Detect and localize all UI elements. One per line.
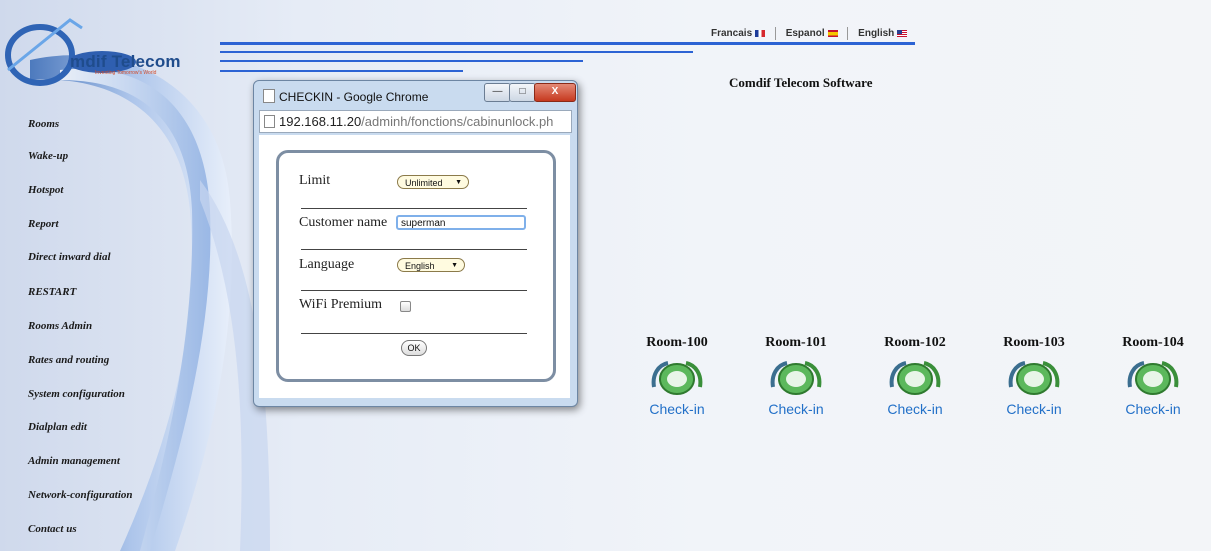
language-selector: Francais Espanol English xyxy=(711,27,908,40)
header-line-1 xyxy=(220,42,915,45)
limit-label: Limit xyxy=(299,173,331,188)
lang-separator xyxy=(774,27,776,40)
form-divider xyxy=(301,333,527,334)
popup-titlebar[interactable]: CHECKIN - Google Chrome — □ X xyxy=(254,81,577,111)
page-icon xyxy=(264,115,275,128)
room-name: Room-102 xyxy=(884,335,946,350)
menu-item-admin-management[interactable]: Admin management xyxy=(28,455,120,467)
lang-espanol[interactable]: Espanol xyxy=(786,28,838,39)
language-label: Language xyxy=(299,257,355,272)
checkin-link[interactable]: Check-in xyxy=(751,401,841,417)
checkin-form: Limit Unlimited ▼ Customer name superman … xyxy=(276,150,556,382)
menu-item-rates-and-routing[interactable]: Rates and routing xyxy=(28,354,109,366)
room-phone-icon[interactable] xyxy=(646,357,708,397)
wifi-premium-label: WiFi Premium xyxy=(299,297,383,312)
close-button[interactable]: X xyxy=(534,83,576,102)
checkin-link[interactable]: Check-in xyxy=(870,401,960,417)
menu-item-hotspot[interactable]: Hotspot xyxy=(28,184,63,196)
logo-tagline: Inventing Tomorrow's World xyxy=(95,70,157,76)
url-text: 192.168.11.20/adminh/fonctions/cabinunlo… xyxy=(279,114,553,129)
menu-item-report[interactable]: Report xyxy=(28,218,59,230)
room-card: Room-101 Check-in xyxy=(751,335,841,417)
form-divider xyxy=(301,249,527,250)
dropdown-arrow-icon: ▼ xyxy=(451,262,458,269)
room-phone-icon[interactable] xyxy=(765,357,827,397)
lang-english-label: English xyxy=(858,28,895,39)
popup-content: Limit Unlimited ▼ Customer name superman … xyxy=(259,135,570,398)
menu-item-contact-us[interactable]: Contact us xyxy=(28,523,77,535)
menu-item-wake-up[interactable]: Wake-up xyxy=(28,150,68,162)
room-name: Room-101 xyxy=(765,335,827,350)
room-card: Room-103 Check-in xyxy=(989,335,1079,417)
checkin-popup-window: CHECKIN - Google Chrome — □ X 192.168.11… xyxy=(253,80,578,407)
lang-espanol-label: Espanol xyxy=(785,28,825,39)
page-title: Comdif Telecom Software xyxy=(729,75,873,90)
usa-flag-icon xyxy=(897,29,908,37)
menu-item-system-configuration[interactable]: System configuration xyxy=(28,388,125,400)
header-line-3 xyxy=(220,60,583,62)
room-phone-icon[interactable] xyxy=(884,357,946,397)
room-phone-icon[interactable] xyxy=(1122,357,1184,397)
menu-item-rooms-admin[interactable]: Rooms Admin xyxy=(28,320,92,332)
header-line-2 xyxy=(220,51,693,53)
dropdown-arrow-icon: ▼ xyxy=(455,179,462,186)
language-select-value: English xyxy=(405,261,435,271)
room-card: Room-104 Check-in xyxy=(1108,335,1198,417)
room-card: Room-100 Check-in xyxy=(632,335,722,417)
ok-button[interactable]: OK xyxy=(401,340,427,356)
menu-item-network-configuration[interactable]: Network-configuration xyxy=(28,489,133,501)
limit-select[interactable]: Unlimited ▼ xyxy=(397,175,469,189)
lang-separator xyxy=(847,27,849,40)
logo-name: mdif Telecom xyxy=(70,52,181,71)
france-flag-icon xyxy=(755,29,766,37)
maximize-button[interactable]: □ xyxy=(509,83,536,102)
url-bar[interactable]: 192.168.11.20/adminh/fonctions/cabinunlo… xyxy=(259,110,572,133)
header-line-4 xyxy=(220,70,463,72)
spain-flag-icon xyxy=(827,29,838,37)
popup-title: CHECKIN - Google Chrome xyxy=(279,90,429,104)
menu-item-restart[interactable]: RESTART xyxy=(28,286,76,298)
menu-item-dialplan-edit[interactable]: Dialplan edit xyxy=(28,421,87,433)
menu-item-direct-inward-dial[interactable]: Direct inward dial xyxy=(28,251,111,263)
wifi-premium-checkbox[interactable] xyxy=(400,301,411,312)
customer-name-input[interactable]: superman xyxy=(396,215,526,230)
room-phone-icon[interactable] xyxy=(1003,357,1065,397)
url-host: 192.168.11.20 xyxy=(279,114,362,129)
minimize-button[interactable]: — xyxy=(484,83,511,102)
lang-francais-label: Francais xyxy=(711,28,753,39)
form-divider xyxy=(301,208,527,209)
checkin-link[interactable]: Check-in xyxy=(989,401,1079,417)
language-select[interactable]: English ▼ xyxy=(397,258,465,272)
room-name: Room-100 xyxy=(646,335,708,350)
limit-select-value: Unlimited xyxy=(405,178,443,188)
page-icon xyxy=(263,89,275,103)
url-path: /adminh/fonctions/cabinunlock.ph xyxy=(361,114,554,129)
room-name: Room-104 xyxy=(1122,335,1184,350)
form-divider xyxy=(301,290,527,291)
customer-name-label: Customer name xyxy=(299,215,388,230)
room-card: Room-102 Check-in xyxy=(870,335,960,417)
checkin-link[interactable]: Check-in xyxy=(1108,401,1198,417)
room-name: Room-103 xyxy=(1003,335,1065,350)
lang-english[interactable]: English xyxy=(858,28,908,39)
checkin-link[interactable]: Check-in xyxy=(632,401,722,417)
lang-francais[interactable]: Francais xyxy=(711,28,766,39)
menu-item-rooms[interactable]: Rooms xyxy=(28,118,59,130)
